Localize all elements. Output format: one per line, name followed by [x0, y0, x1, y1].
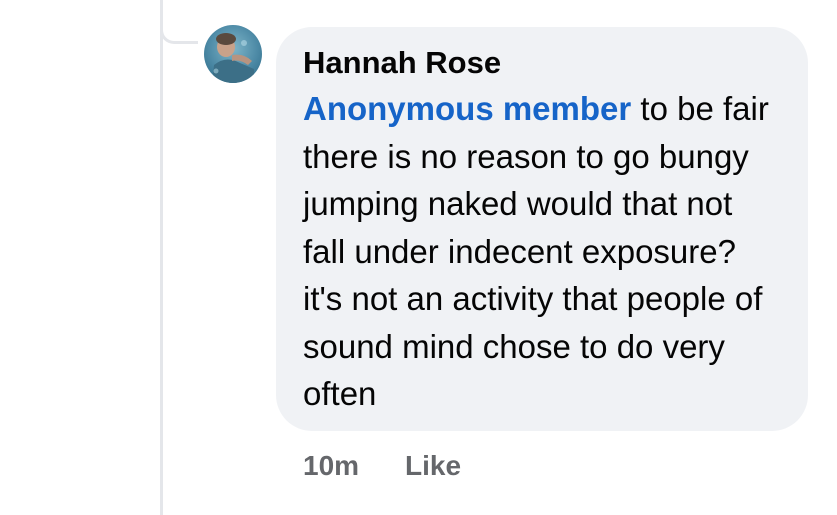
comment-actions: 10m Like	[303, 446, 461, 486]
avatar[interactable]	[204, 25, 262, 83]
comment-timestamp[interactable]: 10m	[303, 446, 359, 486]
mention-link[interactable]: Anonymous member	[303, 90, 631, 127]
comment-text: Anonymous member to be fair there is no …	[303, 85, 783, 418]
avatar-photo	[204, 25, 262, 83]
like-button[interactable]: Like	[405, 446, 461, 486]
thread-branch-connector	[160, 0, 198, 44]
thread-line	[160, 0, 163, 515]
comment-body: to be fair there is no reason to go bung…	[303, 90, 769, 412]
comment-author[interactable]: Hannah Rose	[303, 43, 788, 83]
comment-bubble: Hannah Rose Anonymous member to be fair …	[276, 27, 808, 431]
